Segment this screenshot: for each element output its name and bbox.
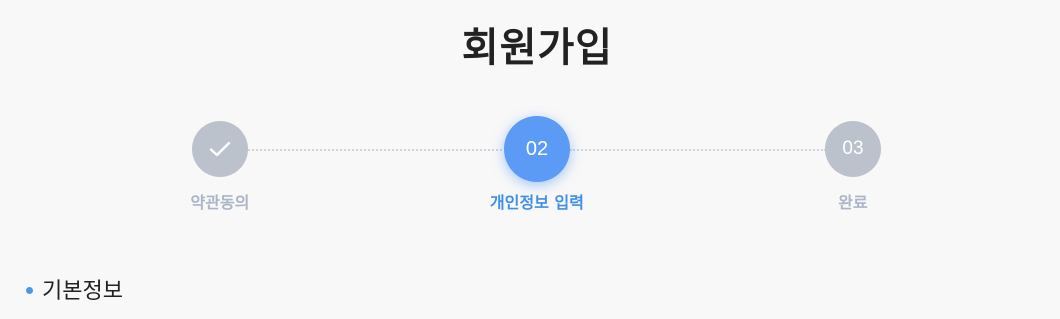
bullet-icon (26, 287, 33, 294)
step-number: 02 (504, 116, 570, 182)
step-label: 개인정보 입력 (490, 193, 584, 212)
check-icon (209, 141, 231, 157)
step-connector (570, 149, 826, 151)
step-number: 03 (825, 121, 881, 177)
section-header: 기본정보 (26, 274, 123, 304)
signup-stepper: 약관동의 02 개인정보 입력 03 완료 (0, 0, 1060, 240)
step-label: 약관동의 (190, 193, 250, 212)
step-circle-completed (192, 121, 248, 177)
step-label: 완료 (838, 193, 868, 212)
section-title: 기본정보 (42, 279, 123, 304)
step-connector (248, 149, 506, 151)
